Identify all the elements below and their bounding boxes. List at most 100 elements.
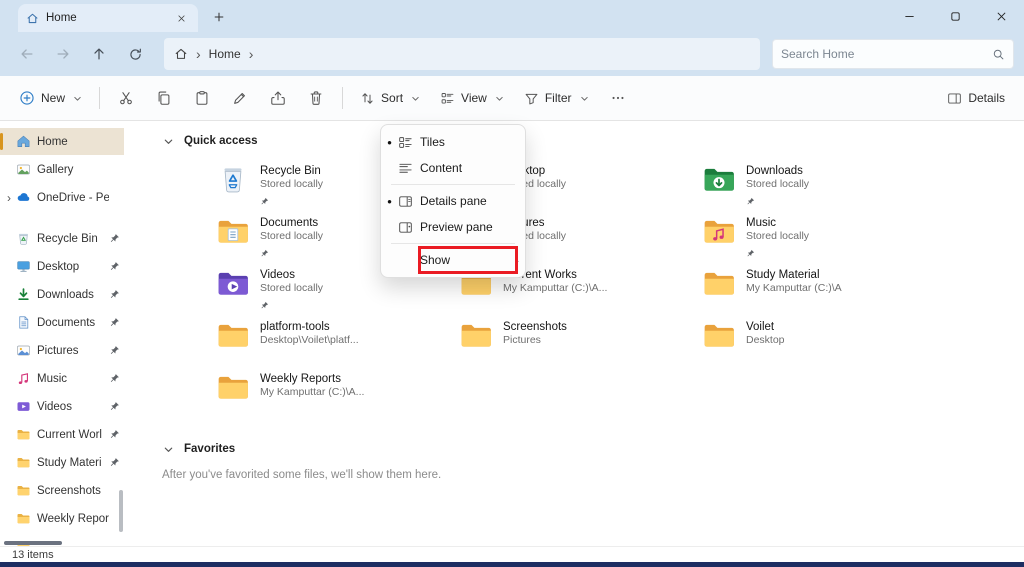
sidebar-item-gallery[interactable]: Gallery	[0, 156, 124, 183]
pin-icon	[109, 373, 121, 385]
item-name: platform-tools	[260, 320, 359, 334]
sidebar-item-study-materi[interactable]: Study Materi	[0, 449, 124, 476]
breadcrumb-home-icon[interactable]	[174, 47, 188, 61]
menu-item-icon	[398, 194, 420, 209]
view-menu-item-content[interactable]: Content	[381, 155, 525, 181]
item-name: Weekly Reports	[260, 372, 364, 386]
status-bar: 13 items	[0, 546, 1024, 562]
item-name: Videos	[260, 268, 323, 282]
sidebar-item-recycle-bin[interactable]: Recycle Bin	[0, 225, 124, 252]
menu-item-label: Preview pane	[420, 220, 507, 234]
window-controls	[886, 0, 1024, 32]
view-menu-item-preview-pane[interactable]: Preview pane	[381, 214, 525, 240]
chevron-collapse-icon[interactable]	[160, 441, 176, 457]
menu-item-label: Details pane	[420, 194, 507, 208]
chevron-collapse-icon[interactable]	[160, 133, 176, 149]
toolbar-divider	[99, 87, 100, 109]
rename-button[interactable]	[222, 81, 258, 115]
sidebar-item-current-worl[interactable]: Current Worl	[0, 421, 124, 448]
item-icon	[216, 319, 250, 353]
sidebar-item-downloads[interactable]: Downloads	[0, 281, 124, 308]
sidebar-vertical-scrollbar[interactable]	[119, 490, 123, 532]
sidebar-item-label: Recycle Bin	[37, 233, 109, 245]
chevron-down-icon	[73, 94, 82, 103]
breadcrumb-chevron-icon[interactable]: ›	[196, 47, 201, 61]
tab-close-icon[interactable]	[172, 9, 190, 27]
menu-item-icon	[398, 135, 420, 150]
forward-button[interactable]	[46, 38, 80, 70]
sidebar-horizontal-scrollbar[interactable]	[4, 541, 62, 545]
search-input[interactable]	[781, 47, 992, 61]
view-menu-item-show[interactable]: Show ›	[381, 247, 525, 273]
sort-button[interactable]: Sort	[351, 81, 429, 115]
new-button[interactable]: New	[10, 81, 91, 115]
up-button[interactable]	[82, 38, 116, 70]
item-name: Documents	[260, 216, 323, 230]
breadcrumb-chevron-icon[interactable]: ›	[249, 47, 254, 61]
sidebar-item-documents[interactable]: Documents	[0, 309, 124, 336]
sidebar-item-weekly-reports[interactable]: Weekly Reports	[0, 505, 124, 532]
pin-icon	[109, 429, 121, 441]
sidebar-item-videos[interactable]: Videos	[0, 393, 124, 420]
view-menu-item-tiles[interactable]: • Tiles	[381, 129, 525, 155]
view-menu: • Tiles Content • Details pane Preview p…	[380, 124, 526, 278]
item-detail: Stored locally	[260, 178, 323, 191]
sidebar-item-home[interactable]: Home	[0, 128, 124, 155]
item-detail: My Kamputtar (C:)\A...	[503, 282, 607, 295]
quick-access-item-study-material[interactable]: Study Material My Kamputtar (C:)\A	[702, 267, 945, 319]
search-icon	[992, 48, 1005, 61]
sidebar-item-label: Screenshots	[37, 485, 109, 497]
items-count: 13 items	[12, 549, 54, 561]
sidebar-item-screenshots[interactable]: Screenshots	[0, 477, 124, 504]
item-detail: My Kamputtar (C:)\A	[746, 282, 842, 295]
sidebar-item-label: Desktop	[37, 261, 109, 273]
sidebar-item-onedrive-pers[interactable]: › OneDrive - Pers	[0, 184, 124, 211]
menu-item-icon	[398, 220, 420, 235]
sidebar-expander-icon[interactable]: ›	[7, 191, 16, 205]
item-name: Screenshots	[503, 320, 567, 334]
sidebar-list: Home Gallery › OneDrive - Pers Recycle B…	[0, 128, 124, 546]
back-button[interactable]	[10, 38, 44, 70]
filter-button-label: Filter	[545, 91, 572, 105]
quick-access-item-voilet[interactable]: Voilet Desktop	[702, 319, 945, 371]
quick-access-item-weekly-reports[interactable]: Weekly Reports My Kamputtar (C:)\A...	[216, 371, 459, 423]
paste-button[interactable]	[184, 81, 220, 115]
item-detail: My Kamputtar (C:)\A...	[260, 386, 364, 399]
close-button[interactable]	[978, 0, 1024, 32]
delete-button[interactable]	[298, 81, 334, 115]
menu-item-label: Tiles	[420, 135, 507, 149]
menu-selected-dot: •	[381, 194, 398, 209]
sidebar-item-pictures[interactable]: Pictures	[0, 337, 124, 364]
quick-access-item-downloads[interactable]: Downloads Stored locally	[702, 163, 945, 215]
quick-access-item-platform-tools[interactable]: platform-tools Desktop\Voilet\platf...	[216, 319, 459, 371]
view-icon	[440, 91, 455, 106]
sidebar-item-music[interactable]: Music	[0, 365, 124, 392]
quick-access-item-screenshots[interactable]: Screenshots Pictures	[459, 319, 702, 371]
quick-access-item-music[interactable]: Music Stored locally	[702, 215, 945, 267]
sidebar-item-label: Videos	[37, 401, 109, 413]
pin-icon	[260, 297, 270, 307]
breadcrumb-home-label[interactable]: Home	[209, 47, 241, 61]
new-tab-button[interactable]	[206, 4, 232, 30]
item-name: Study Material	[746, 268, 842, 282]
maximize-button[interactable]	[932, 0, 978, 32]
pin-icon	[109, 233, 121, 245]
refresh-button[interactable]	[118, 38, 152, 70]
filter-button[interactable]: Filter	[515, 81, 598, 115]
item-icon	[702, 267, 736, 301]
more-options-button[interactable]	[600, 81, 636, 115]
minimize-button[interactable]	[886, 0, 932, 32]
sidebar-item-icon	[16, 315, 32, 331]
share-button[interactable]	[260, 81, 296, 115]
pin-icon	[109, 261, 121, 273]
copy-button[interactable]	[146, 81, 182, 115]
chevron-down-icon	[495, 94, 504, 103]
details-button[interactable]: Details	[938, 81, 1014, 115]
view-button[interactable]: View	[431, 81, 513, 115]
view-menu-item-details-pane[interactable]: • Details pane	[381, 188, 525, 214]
sidebar-item-desktop[interactable]: Desktop	[0, 253, 124, 280]
tab-home[interactable]: Home	[18, 4, 198, 32]
cut-button[interactable]	[108, 81, 144, 115]
menu-item-label: Content	[420, 161, 507, 175]
sidebar-item-icon	[16, 259, 32, 275]
